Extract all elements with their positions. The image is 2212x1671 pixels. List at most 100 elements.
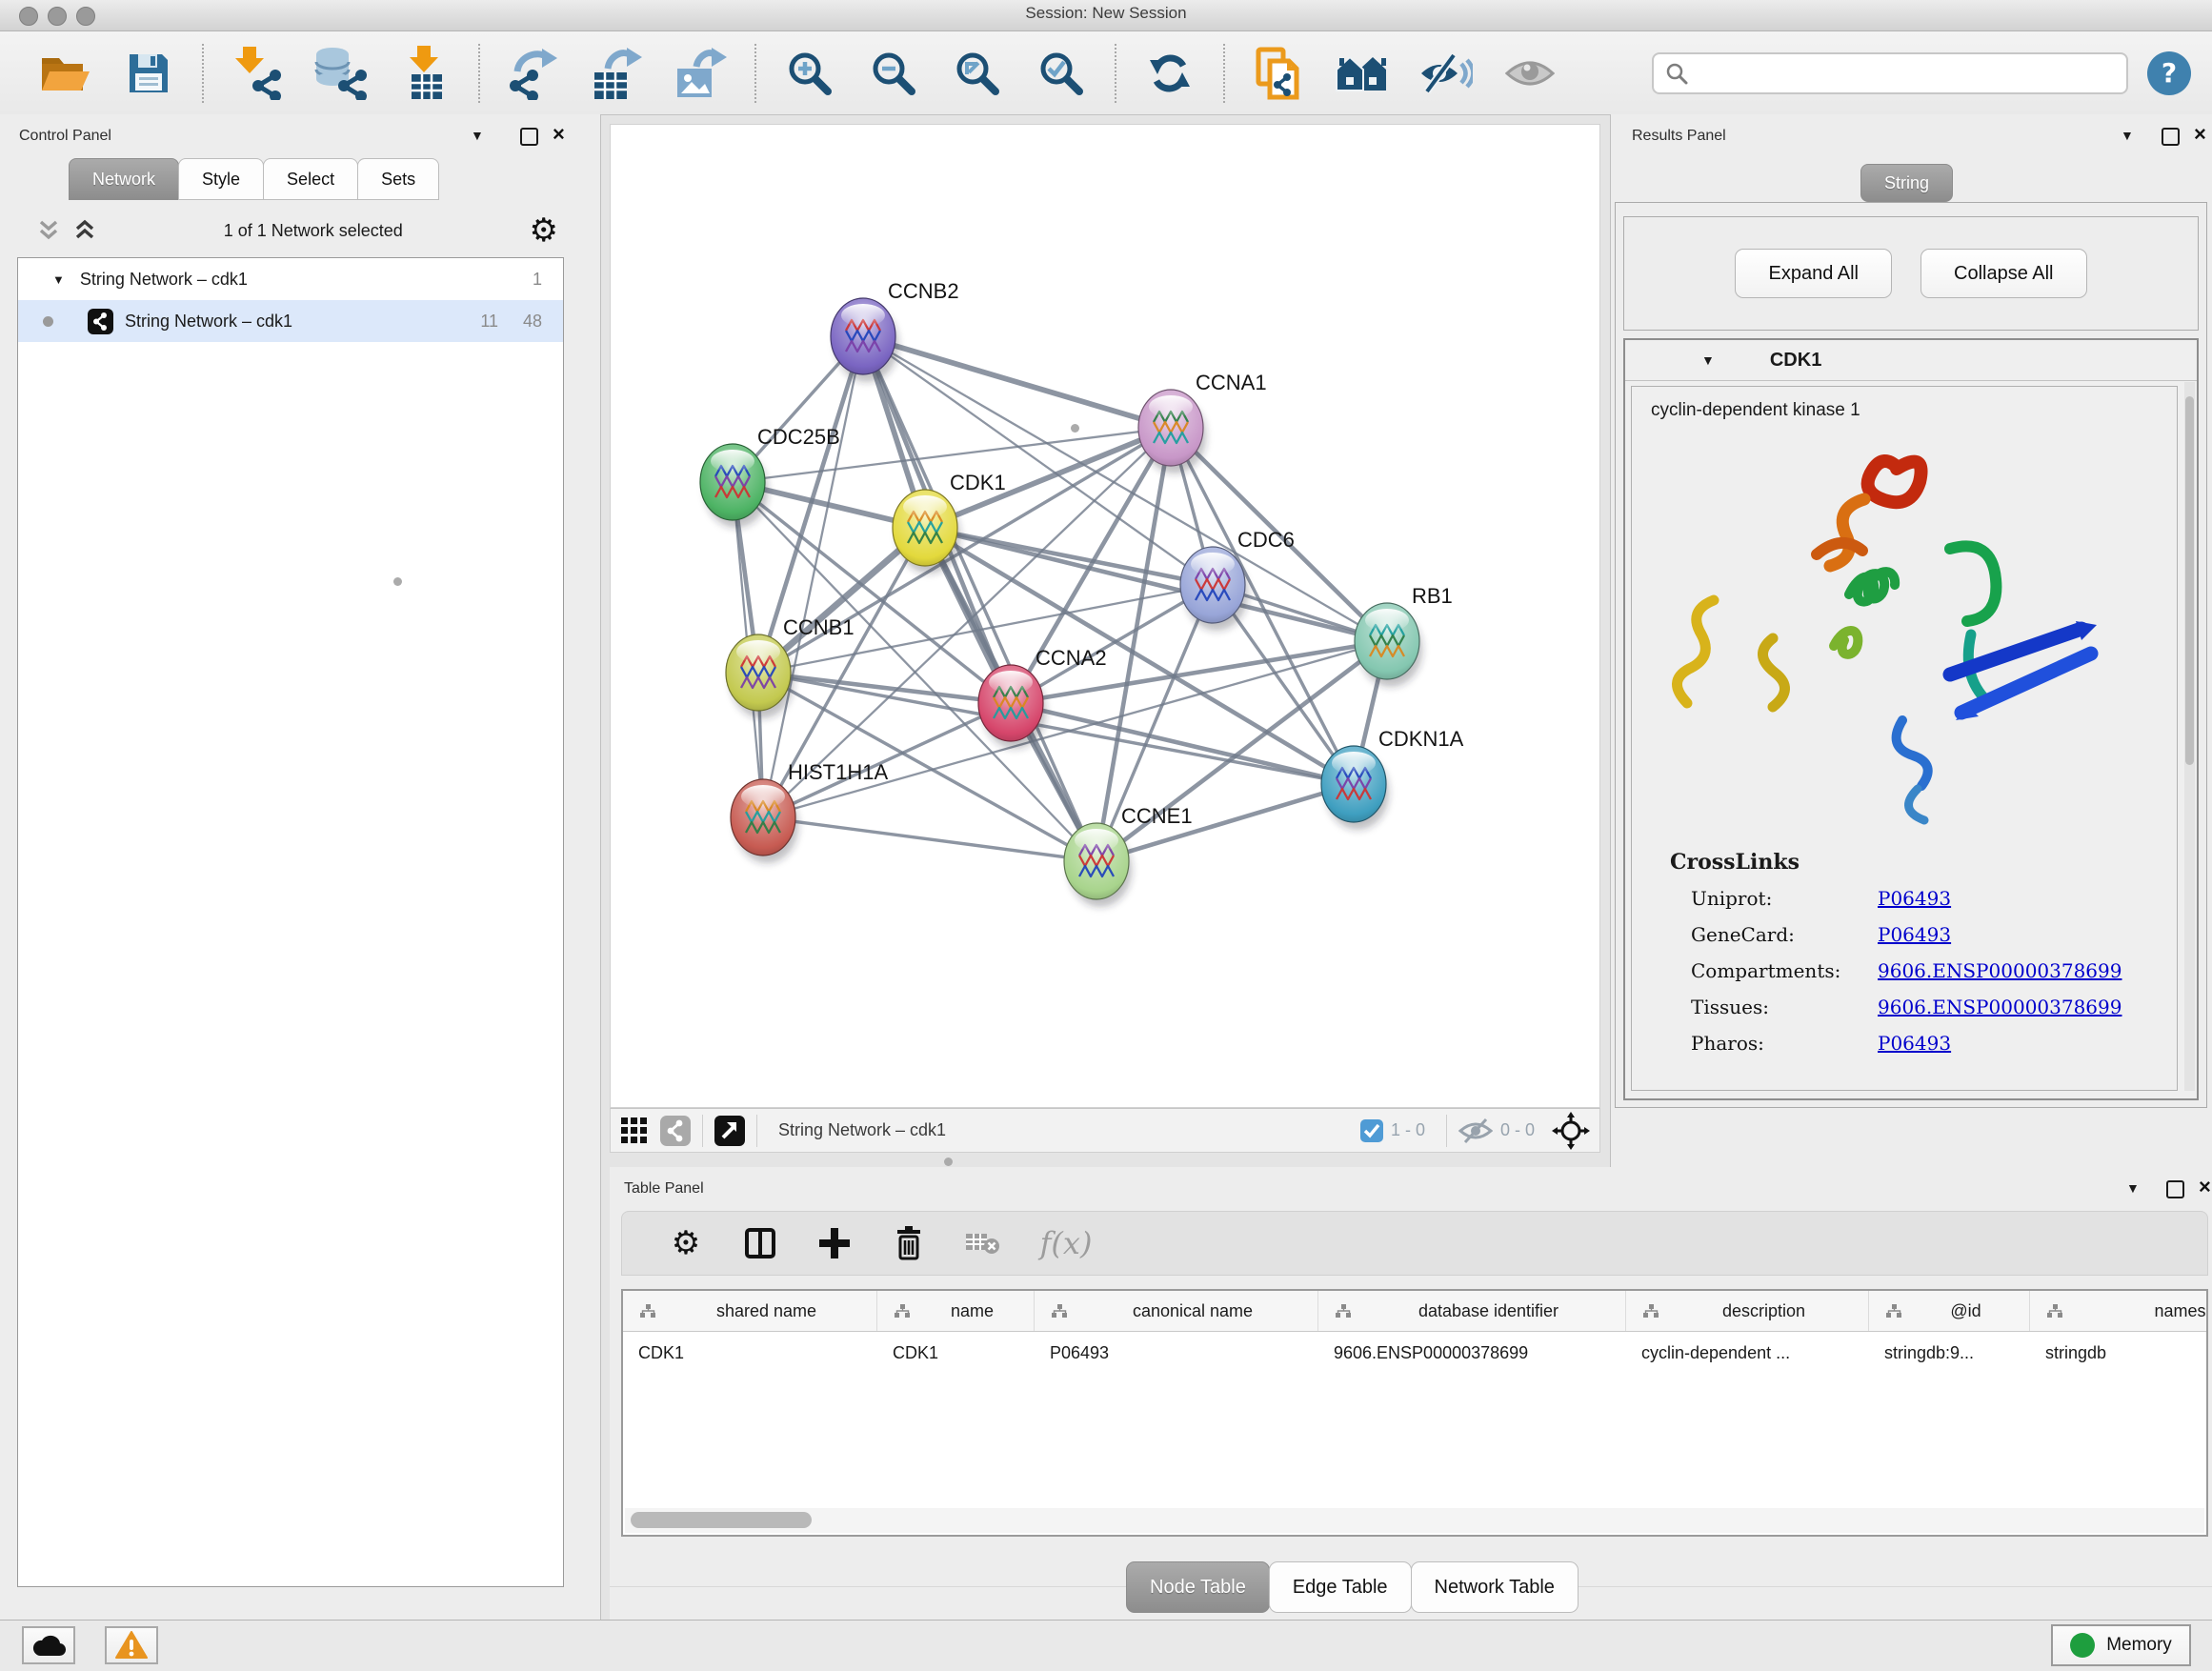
grid-view-icon[interactable] — [620, 1117, 649, 1145]
node-cdkn1a[interactable]: CDKN1A — [1321, 727, 1464, 830]
hidden-eye-icon[interactable] — [1458, 1117, 1493, 1144]
function-builder-button[interactable]: f(x) — [1020, 1225, 1112, 1261]
node-ccne1[interactable]: CCNE1 — [1064, 804, 1193, 907]
results-panel-collapse-icon[interactable]: ▼ — [2121, 128, 2134, 143]
table-hscrollbar[interactable] — [625, 1508, 2204, 1533]
table-panel-collapse-icon[interactable]: ▼ — [2126, 1180, 2140, 1196]
expand-all-networks-icon[interactable] — [72, 218, 97, 243]
entry-caret-icon[interactable]: ▼ — [1701, 352, 1715, 368]
network-options-gear-icon[interactable]: ⚙ — [530, 214, 558, 247]
network-collection-row[interactable]: ▼ String Network – cdk1 1 — [18, 258, 563, 300]
node-hist1h1a[interactable]: HIST1H1A — [731, 760, 888, 863]
network-row[interactable]: String Network – cdk1 11 48 — [18, 300, 563, 342]
zoom-in-button[interactable] — [768, 43, 852, 104]
edge-CCNA2-CDKN1A[interactable] — [1011, 703, 1354, 784]
network-graph[interactable]: CCNB2CCNA1CDC25BCDK1CDC6RB1CCNB1CCNA2CDK… — [611, 125, 1599, 1107]
edge-HIST1H1A-CCNE1[interactable] — [763, 817, 1096, 861]
column-header-shared-name[interactable]: shared name — [623, 1291, 877, 1331]
column-header-canonical-name[interactable]: canonical name — [1035, 1291, 1318, 1331]
help-button[interactable]: ? — [2147, 51, 2191, 95]
crosslink-label: Compartments: — [1691, 959, 1878, 982]
crosslink-link[interactable]: P06493 — [1878, 923, 1951, 946]
zoom-out-button[interactable] — [852, 43, 935, 104]
results-scrollbar[interactable] — [2184, 382, 2195, 1091]
results-scrollbar-thumb[interactable] — [2185, 396, 2194, 765]
memory-button[interactable]: Memory — [2051, 1624, 2191, 1666]
splitter-handle[interactable] — [393, 577, 402, 586]
node-entry-header[interactable]: ▼ CDK1 — [1625, 340, 2197, 381]
tab-sets[interactable]: Sets — [357, 158, 439, 200]
control-panel-float-icon[interactable] — [520, 128, 538, 146]
save-session-button[interactable] — [107, 43, 191, 104]
table-row[interactable]: CDK1CDK1P064939606.ENSP00000378699cyclin… — [623, 1332, 2206, 1374]
table-hscrollbar-thumb[interactable] — [631, 1512, 812, 1528]
home-button[interactable] — [1320, 43, 1404, 104]
import-network-button[interactable] — [215, 43, 299, 104]
column-header--id[interactable]: @id — [1869, 1291, 2030, 1331]
hide-selected-button[interactable] — [1404, 43, 1488, 104]
search-box[interactable] — [1652, 52, 2128, 94]
tab-edge-table[interactable]: Edge Table — [1269, 1561, 1412, 1613]
collapse-all-networks-icon[interactable] — [36, 218, 61, 243]
clear-table-button[interactable] — [946, 1231, 1020, 1256]
tab-style[interactable]: Style — [178, 158, 264, 200]
edge-CCNB2-RB1[interactable] — [863, 336, 1387, 641]
show-all-button[interactable] — [1488, 43, 1572, 104]
zoom-fit-button[interactable] — [935, 43, 1019, 104]
table-panel-close-icon[interactable]: × — [2199, 1177, 2211, 1198]
tab-network[interactable]: Network — [69, 158, 179, 200]
export-network-button[interactable] — [492, 43, 575, 104]
import-table-icon — [404, 46, 446, 101]
cloud-status-button[interactable] — [22, 1626, 75, 1664]
collapse-all-button[interactable]: Collapse All — [1920, 249, 2087, 298]
column-header-name[interactable]: name — [877, 1291, 1035, 1331]
edge-CCNB1-CCNA2[interactable] — [758, 673, 1011, 703]
add-column-button[interactable] — [797, 1228, 872, 1258]
edge-CCNB2-CCNE1[interactable] — [863, 336, 1096, 861]
table-settings-icon[interactable]: ⚙ — [672, 1227, 700, 1259]
edge-CCNB2-CCNA1[interactable] — [863, 336, 1171, 428]
network-view-canvas[interactable]: CCNB2CCNA1CDC25BCDK1CDC6RB1CCNB1CCNA2CDK… — [610, 124, 1600, 1108]
control-panel-collapse-icon[interactable]: ▼ — [471, 128, 484, 143]
table-panel-float-icon[interactable] — [2166, 1180, 2184, 1198]
birdseye-icon[interactable] — [714, 1116, 745, 1146]
crosslink-link[interactable]: 9606.ENSP00000378699 — [1878, 996, 2122, 1018]
copy-network-button[interactable] — [1237, 43, 1320, 104]
import-database-button[interactable] — [299, 43, 383, 104]
tab-node-table[interactable]: Node Table — [1126, 1561, 1270, 1613]
node-rb1[interactable]: RB1 — [1355, 584, 1453, 687]
control-panel-close-icon[interactable]: × — [553, 124, 565, 145]
tab-string[interactable]: String — [1860, 164, 1953, 202]
expand-all-button[interactable]: Expand All — [1735, 249, 1892, 298]
edge-CCNB2-HIST1H1A[interactable] — [763, 336, 863, 817]
export-table-button[interactable] — [575, 43, 659, 104]
crosslink-link[interactable]: 9606.ENSP00000378699 — [1878, 959, 2122, 982]
crosslink-link[interactable]: P06493 — [1878, 887, 1951, 910]
open-session-button[interactable] — [23, 43, 107, 104]
crosshair-icon[interactable] — [1552, 1112, 1590, 1150]
warning-status-button[interactable] — [105, 1626, 158, 1664]
tab-select[interactable]: Select — [263, 158, 358, 200]
splitter-handle[interactable] — [944, 1158, 953, 1166]
results-panel-close-icon[interactable]: × — [2194, 124, 2206, 145]
crosslink-link[interactable]: P06493 — [1878, 1032, 1951, 1055]
selected-checkbox-icon[interactable] — [1360, 1119, 1383, 1142]
tab-network-table[interactable]: Network Table — [1411, 1561, 1579, 1613]
splitter-handle[interactable] — [1071, 424, 1079, 433]
delete-column-button[interactable] — [872, 1226, 946, 1260]
column-header-description[interactable]: description — [1626, 1291, 1869, 1331]
collection-caret-icon[interactable]: ▼ — [52, 272, 65, 287]
refresh-button[interactable] — [1128, 43, 1212, 104]
search-input[interactable] — [1696, 62, 2126, 84]
import-table-button[interactable] — [383, 43, 467, 104]
results-panel-float-icon[interactable] — [2162, 128, 2180, 146]
share-network-icon[interactable] — [660, 1116, 691, 1146]
node-table[interactable]: shared namenamecanonical namedatabase id… — [621, 1289, 2208, 1537]
column-header-namespace[interactable]: namespace — [2030, 1291, 2208, 1331]
column-header-database-identifier[interactable]: database identifier — [1318, 1291, 1626, 1331]
export-image-button[interactable] — [659, 43, 743, 104]
node-ccnb2[interactable]: CCNB2 — [831, 279, 959, 382]
node-label-cdc25b: CDC25B — [757, 425, 840, 449]
select-columns-button[interactable] — [723, 1227, 797, 1259]
zoom-selected-button[interactable] — [1019, 43, 1103, 104]
